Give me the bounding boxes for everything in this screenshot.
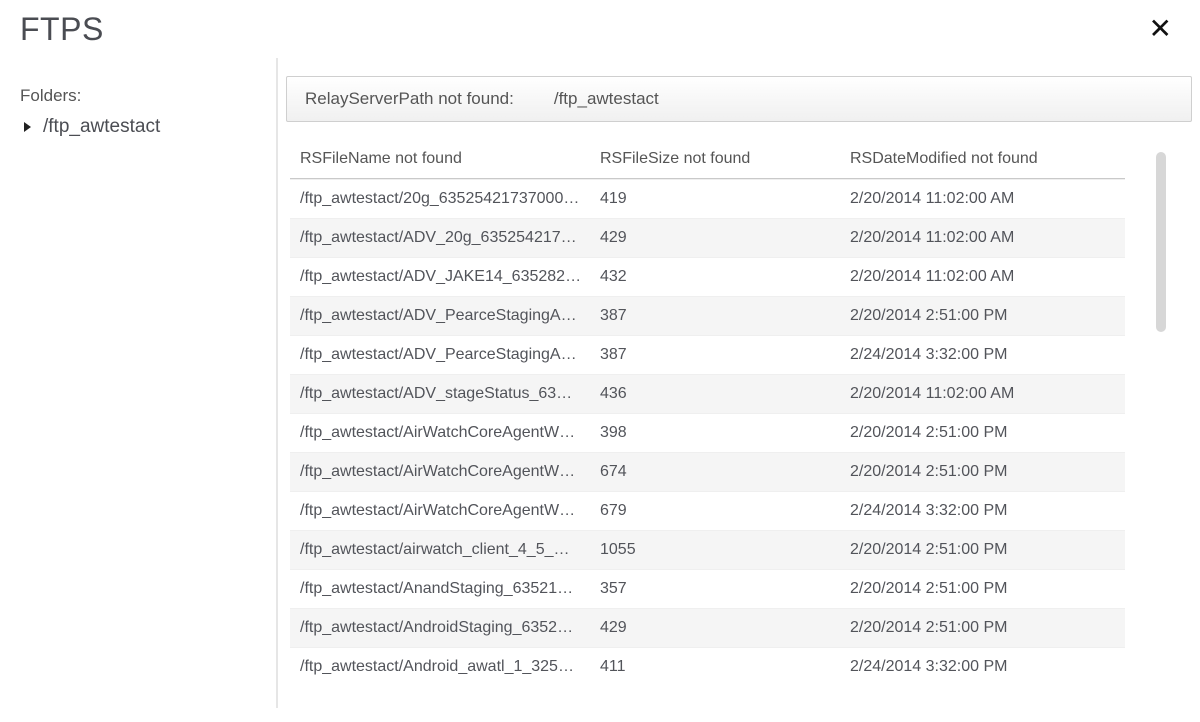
- folder-name: /ftp_awtestact: [43, 116, 160, 138]
- table-row[interactable]: /ftp_awtestact/AnandStaging_63521…3572/2…: [290, 569, 1125, 608]
- caret-right-icon: [24, 122, 31, 132]
- cell-filename: /ftp_awtestact/AnandStaging_63521…: [300, 580, 600, 598]
- cell-filesize: 1055: [600, 541, 850, 559]
- path-bar-label: RelayServerPath not found:: [305, 89, 514, 109]
- cell-modified: 2/20/2014 11:02:00 AM: [850, 229, 1115, 247]
- cell-filesize: 436: [600, 385, 850, 403]
- cell-filesize: 411: [600, 658, 850, 676]
- cell-modified: 2/20/2014 2:51:00 PM: [850, 463, 1115, 481]
- table-row[interactable]: /ftp_awtestact/ADV_JAKE14_635282…4322/20…: [290, 257, 1125, 296]
- cell-modified: 2/20/2014 11:02:00 AM: [850, 385, 1115, 403]
- file-grid-wrap: RSFileName not found RSFileSize not foun…: [286, 140, 1192, 686]
- cell-filesize: 398: [600, 424, 850, 442]
- table-row[interactable]: /ftp_awtestact/ADV_PearceStagingA…3872/2…: [290, 335, 1125, 374]
- cell-modified: 2/20/2014 2:51:00 PM: [850, 619, 1115, 637]
- folders-label: Folders:: [20, 86, 258, 106]
- cell-filename: /ftp_awtestact/ADV_stageStatus_63…: [300, 385, 600, 403]
- cell-filename: /ftp_awtestact/AirWatchCoreAgentW…: [300, 424, 600, 442]
- table-row[interactable]: /ftp_awtestact/airwatch_client_4_5_…1055…: [290, 530, 1125, 569]
- cell-modified: 2/24/2014 3:32:00 PM: [850, 658, 1115, 676]
- folder-tree-item[interactable]: /ftp_awtestact: [20, 112, 258, 142]
- cell-filename: /ftp_awtestact/ADV_20g_635254217…: [300, 229, 600, 247]
- table-row[interactable]: /ftp_awtestact/AirWatchCoreAgentW…3982/2…: [290, 413, 1125, 452]
- dialog-body: Folders: /ftp_awtestact RelayServerPath …: [0, 58, 1200, 708]
- cell-modified: 2/20/2014 2:51:00 PM: [850, 307, 1115, 325]
- cell-filename: /ftp_awtestact/ADV_JAKE14_635282…: [300, 268, 600, 286]
- close-icon[interactable]: ✕: [1141, 11, 1180, 47]
- cell-filesize: 674: [600, 463, 850, 481]
- cell-modified: 2/20/2014 11:02:00 AM: [850, 190, 1115, 208]
- table-row[interactable]: /ftp_awtestact/20g_63525421737000…4192/2…: [290, 179, 1125, 218]
- dialog-header: FTPS ✕: [0, 0, 1200, 58]
- table-row[interactable]: /ftp_awtestact/ADV_20g_635254217…4292/20…: [290, 218, 1125, 257]
- cell-modified: 2/20/2014 2:51:00 PM: [850, 424, 1115, 442]
- cell-filename: /ftp_awtestact/20g_63525421737000…: [300, 190, 600, 208]
- cell-filename: /ftp_awtestact/ADV_PearceStagingA…: [300, 346, 600, 364]
- cell-modified: 2/20/2014 2:51:00 PM: [850, 541, 1115, 559]
- col-header-modified[interactable]: RSDateModified not found: [850, 150, 1115, 168]
- cell-filename: /ftp_awtestact/Android_awatl_1_325…: [300, 658, 600, 676]
- cell-modified: 2/24/2014 3:32:00 PM: [850, 346, 1115, 364]
- cell-filename: /ftp_awtestact/airwatch_client_4_5_…: [300, 541, 600, 559]
- vertical-scrollbar-thumb[interactable]: [1156, 152, 1166, 332]
- dialog-title: FTPS: [20, 11, 104, 48]
- table-row[interactable]: /ftp_awtestact/ADV_PearceStagingA…3872/2…: [290, 296, 1125, 335]
- cell-filesize: 387: [600, 307, 850, 325]
- cell-filename: /ftp_awtestact/ADV_PearceStagingA…: [300, 307, 600, 325]
- table-row[interactable]: /ftp_awtestact/AirWatchCoreAgentW…6792/2…: [290, 491, 1125, 530]
- cell-filesize: 419: [600, 190, 850, 208]
- cell-filesize: 429: [600, 229, 850, 247]
- col-header-name[interactable]: RSFileName not found: [300, 150, 600, 168]
- file-grid: RSFileName not found RSFileSize not foun…: [290, 140, 1125, 686]
- sidebar: Folders: /ftp_awtestact: [0, 58, 278, 708]
- cell-filesize: 429: [600, 619, 850, 637]
- table-row[interactable]: /ftp_awtestact/AndroidStaging_6352…4292/…: [290, 608, 1125, 647]
- cell-filename: /ftp_awtestact/AndroidStaging_6352…: [300, 619, 600, 637]
- cell-filesize: 679: [600, 502, 850, 520]
- col-header-size[interactable]: RSFileSize not found: [600, 150, 850, 168]
- cell-modified: 2/24/2014 3:32:00 PM: [850, 502, 1115, 520]
- cell-filename: /ftp_awtestact/AirWatchCoreAgentW…: [300, 502, 600, 520]
- table-row[interactable]: /ftp_awtestact/AirWatchCoreAgentW…6742/2…: [290, 452, 1125, 491]
- path-bar: RelayServerPath not found: /ftp_awtestac…: [286, 76, 1192, 122]
- cell-filename: /ftp_awtestact/AirWatchCoreAgentW…: [300, 463, 600, 481]
- path-bar-value: /ftp_awtestact: [554, 89, 659, 109]
- cell-modified: 2/20/2014 11:02:00 AM: [850, 268, 1115, 286]
- table-row[interactable]: /ftp_awtestact/Android_awatl_1_325…4112/…: [290, 647, 1125, 686]
- cell-filesize: 432: [600, 268, 850, 286]
- file-grid-header: RSFileName not found RSFileSize not foun…: [290, 140, 1125, 179]
- cell-modified: 2/20/2014 2:51:00 PM: [850, 580, 1115, 598]
- table-row[interactable]: /ftp_awtestact/ADV_stageStatus_63…4362/2…: [290, 374, 1125, 413]
- cell-filesize: 357: [600, 580, 850, 598]
- cell-filesize: 387: [600, 346, 850, 364]
- main-panel: RelayServerPath not found: /ftp_awtestac…: [278, 58, 1200, 708]
